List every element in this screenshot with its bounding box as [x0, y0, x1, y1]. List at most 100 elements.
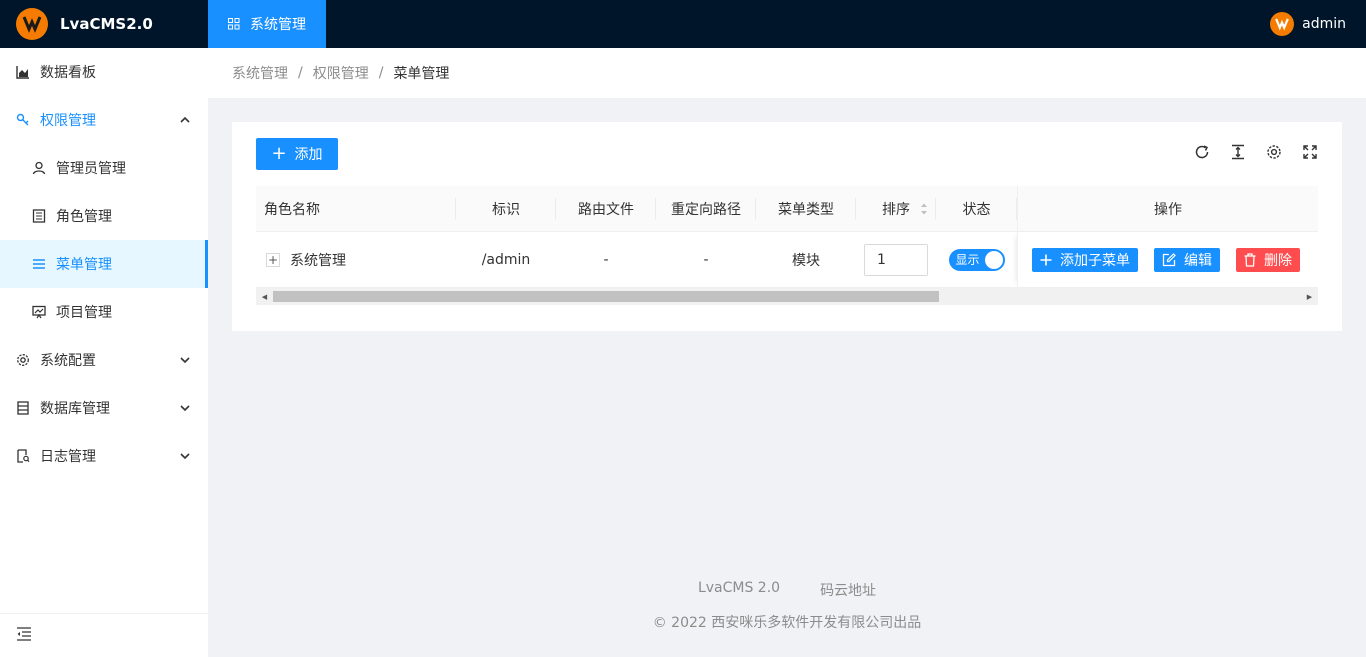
user-icon	[32, 161, 46, 175]
cell-route-file: -	[603, 251, 609, 268]
scrollbar-thumb[interactable]	[273, 291, 939, 302]
sidebar-item-label: 日志管理	[40, 449, 96, 465]
delete-label: 删除	[1264, 252, 1292, 269]
sidebar-item-label: 菜单管理	[56, 257, 112, 273]
table-toolbar	[1194, 144, 1318, 160]
sort-input[interactable]: 1	[864, 243, 928, 276]
sidebar-item-projects[interactable]: 项目管理	[0, 288, 208, 336]
column-header-label: 排序	[882, 201, 910, 218]
logo-icon	[16, 8, 48, 40]
cell-redirect: -	[703, 251, 709, 268]
column-height-icon[interactable]	[1230, 144, 1246, 160]
column-header: 角色名称	[256, 186, 456, 231]
breadcrumb: 系统管理 / 权限管理 / 菜单管理	[208, 48, 1366, 98]
sidebar-item-permissions[interactable]: 权限管理	[0, 96, 208, 144]
table-header: 角色名称 标识 路由文件 重定向路径 菜单类型 排序 状态 操作	[256, 186, 1318, 232]
chevron-down-icon	[180, 449, 190, 460]
sidebar-item-admins[interactable]: 管理员管理	[0, 144, 208, 192]
add-button[interactable]: + 添加	[256, 138, 338, 170]
column-header: 重定向路径	[656, 186, 756, 231]
setting-icon	[16, 353, 30, 367]
id-card-icon	[32, 209, 46, 223]
edit-button[interactable]: 编辑	[1154, 247, 1220, 272]
sidebar-item-label: 系统配置	[40, 353, 96, 369]
breadcrumb-item[interactable]: 权限管理	[313, 63, 369, 83]
top-menu-system[interactable]: 系统管理	[208, 0, 326, 48]
user-name: admin	[1302, 16, 1346, 32]
status-switch-label: 显示	[955, 253, 980, 267]
row-name: 系统管理	[290, 252, 346, 269]
logo[interactable]: LvaCMS2.0	[0, 0, 208, 48]
switch-knob	[984, 250, 1003, 269]
menu-fold-icon	[16, 626, 32, 645]
fullscreen-icon[interactable]	[1302, 144, 1318, 160]
sidebar-item-dashboard[interactable]: 数据看板	[0, 48, 208, 96]
breadcrumb-separator: /	[298, 65, 303, 81]
plus-icon: +	[271, 143, 287, 164]
add-submenu-label: 添加子菜单	[1060, 252, 1130, 269]
delete-button[interactable]: 删除	[1236, 247, 1300, 272]
scroll-right-icon[interactable]: ▶	[1301, 288, 1318, 305]
status-switch[interactable]: 显示	[948, 248, 1005, 271]
cell-identifier: /admin	[481, 251, 531, 268]
area-chart-icon	[16, 65, 30, 79]
sidebar-item-label: 角色管理	[56, 209, 112, 225]
column-header: 菜单类型	[756, 186, 856, 231]
breadcrumb-item[interactable]: 系统管理	[232, 63, 288, 83]
sidebar-item-label: 权限管理	[40, 113, 96, 129]
sort-column-header[interactable]: 排序	[856, 186, 936, 231]
avatar	[1270, 12, 1295, 36]
footer-link-lvacms[interactable]: LvaCMS 2.0	[698, 580, 780, 600]
scroll-left-icon[interactable]: ◀	[256, 288, 273, 305]
expand-row-icon[interactable]: +	[266, 252, 280, 267]
sidebar-item-menus[interactable]: 菜单管理	[0, 240, 208, 288]
chevron-down-icon	[180, 353, 190, 364]
fund-projection-icon	[32, 305, 46, 319]
copyright: © 2022 西安咪乐多软件开发有限公司出品	[208, 612, 1366, 632]
column-header: 状态	[936, 186, 1017, 231]
sort-caret-icon	[920, 202, 928, 220]
user-menu[interactable]: admin	[1270, 12, 1366, 36]
reload-icon[interactable]	[1194, 144, 1210, 160]
breadcrumb-separator: /	[378, 65, 384, 81]
cell-name: + 系统管理	[256, 232, 456, 287]
copyright-text: 2022 西安咪乐多软件开发有限公司出品	[671, 615, 922, 631]
table-row: + 系统管理 /admin - - 模块 1 显示 添加子菜单 编辑 删除	[256, 232, 1318, 288]
breadcrumb-current: 菜单管理	[393, 66, 450, 82]
sidebar: 数据看板 权限管理 管理员管理 角色管理 菜单管理 项目管理 系统配置 数据库管…	[0, 48, 208, 657]
sidebar-item-label: 数据看板	[40, 65, 96, 81]
sidebar-item-system-config[interactable]: 系统配置	[0, 336, 208, 384]
setting-icon[interactable]	[1266, 144, 1282, 160]
app-title: LvaCMS2.0	[60, 15, 153, 33]
menu-table: 角色名称 标识 路由文件 重定向路径 菜单类型 排序 状态 操作 + 系统管理 …	[256, 186, 1318, 305]
file-search-icon	[16, 449, 30, 463]
cell-menu-type: 模块	[792, 252, 820, 269]
collapse-sidebar-button[interactable]	[0, 613, 208, 657]
chevron-up-icon	[180, 113, 190, 123]
content-card: + 添加 角色名称 标识 路由文件 重定向路径 菜单类型 排序 状态 操作 + …	[232, 122, 1342, 331]
sidebar-item-label: 项目管理	[56, 305, 112, 321]
page-footer: LvaCMS 2.0 码云地址 © 2022 西安咪乐多软件开发有限公司出品	[208, 580, 1366, 632]
edit-icon	[1162, 252, 1176, 267]
sidebar-item-database[interactable]: 数据库管理	[0, 384, 208, 432]
menu-icon	[32, 257, 46, 271]
sidebar-item-label: 管理员管理	[56, 161, 126, 177]
top-header: LvaCMS2.0 系统管理 admin	[0, 0, 1366, 48]
sidebar-item-roles[interactable]: 角色管理	[0, 192, 208, 240]
add-submenu-button[interactable]: 添加子菜单	[1032, 247, 1138, 272]
database-icon	[16, 401, 30, 415]
top-menu-label: 系统管理	[250, 17, 306, 33]
copyright-icon: ©	[652, 615, 667, 631]
column-header: 标识	[456, 186, 556, 231]
sidebar-item-logs[interactable]: 日志管理	[0, 432, 208, 480]
column-header: 操作	[1017, 186, 1318, 231]
column-header: 路由文件	[556, 186, 656, 231]
footer-link-gitee[interactable]: 码云地址	[820, 580, 876, 600]
sidebar-item-label: 数据库管理	[40, 401, 110, 417]
delete-icon	[1244, 252, 1256, 267]
horizontal-scrollbar[interactable]: ◀ ▶	[256, 288, 1318, 305]
key-icon	[16, 113, 30, 127]
plus-icon	[1040, 254, 1052, 266]
cell-sort: 1	[856, 232, 936, 287]
cell-actions: 添加子菜单 编辑 删除	[1017, 232, 1318, 287]
